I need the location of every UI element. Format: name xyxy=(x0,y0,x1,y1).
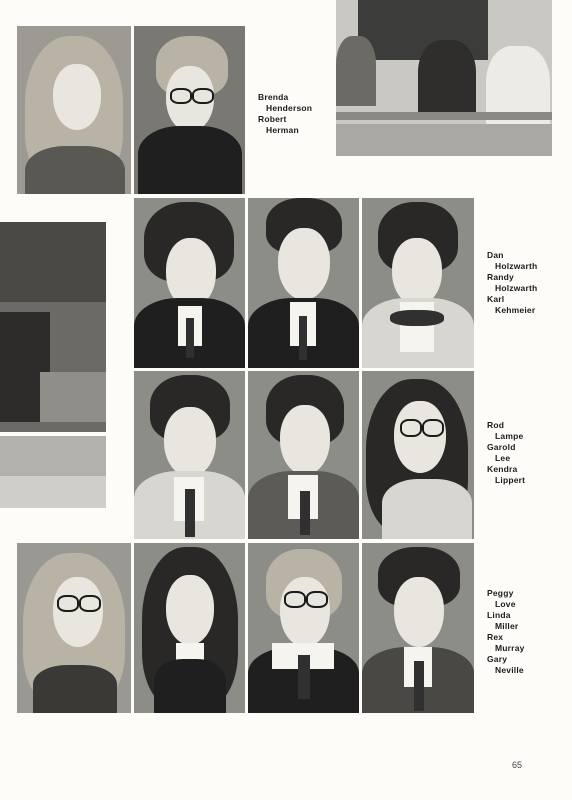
portrait-rex-murray xyxy=(248,543,359,713)
caption-line: Holzwarth xyxy=(495,261,538,271)
caption-line: Gary xyxy=(487,654,508,664)
caption-row-3: Rod Lampe Garold Lee Kendra Lippert xyxy=(487,420,525,486)
portrait-peggy-love xyxy=(17,543,131,713)
left-candid-photo-lower xyxy=(0,436,106,508)
caption-row-2: Dan Holzwarth Randy Holzwarth Karl Kehme… xyxy=(487,250,537,316)
classroom-candid-photo xyxy=(336,0,552,156)
caption-line: Lippert xyxy=(495,475,526,485)
caption-line: Lampe xyxy=(495,431,524,441)
portrait-linda-miller xyxy=(134,543,245,713)
portrait-gary-neville xyxy=(362,543,474,713)
caption-line: Love xyxy=(495,599,516,609)
caption-line: Holzwarth xyxy=(495,283,538,293)
caption-line: Karl xyxy=(487,294,505,304)
portrait-brenda-henderson xyxy=(17,26,131,194)
caption-line: Neville xyxy=(495,665,524,675)
portrait-kendra-lippert xyxy=(362,371,474,539)
caption-line: Linda xyxy=(487,610,511,620)
portrait-randy-holzwarth xyxy=(248,198,359,368)
caption-line: Peggy xyxy=(487,588,514,598)
caption-line: Dan xyxy=(487,250,504,260)
caption-row-4: Peggy Love Linda Miller Rex Murray Gary … xyxy=(487,588,525,676)
caption-line: Randy xyxy=(487,272,514,282)
caption-row-1: Brenda Henderson Robert Herman xyxy=(258,92,312,136)
caption-line: Murray xyxy=(495,643,525,653)
caption-line: Robert xyxy=(258,114,287,124)
caption-line: Brenda xyxy=(258,92,289,102)
caption-line: Henderson xyxy=(266,103,313,113)
caption-line: Kendra xyxy=(487,464,518,474)
portrait-rod-lampe xyxy=(134,371,245,539)
caption-line: Kehmeier xyxy=(495,305,536,315)
caption-line: Herman xyxy=(266,125,299,135)
caption-line: Rod xyxy=(487,420,505,430)
caption-line: Garold xyxy=(487,442,516,452)
page-number: 65 xyxy=(512,760,523,770)
caption-line: Miller xyxy=(495,621,519,631)
portrait-dan-holzwarth xyxy=(134,198,245,368)
left-candid-photo xyxy=(0,222,106,432)
caption-line: Rex xyxy=(487,632,504,642)
caption-line: Lee xyxy=(495,453,511,463)
portrait-robert-herman xyxy=(134,26,245,194)
portrait-karl-kehmeier xyxy=(362,198,474,368)
portrait-garold-lee xyxy=(248,371,359,539)
